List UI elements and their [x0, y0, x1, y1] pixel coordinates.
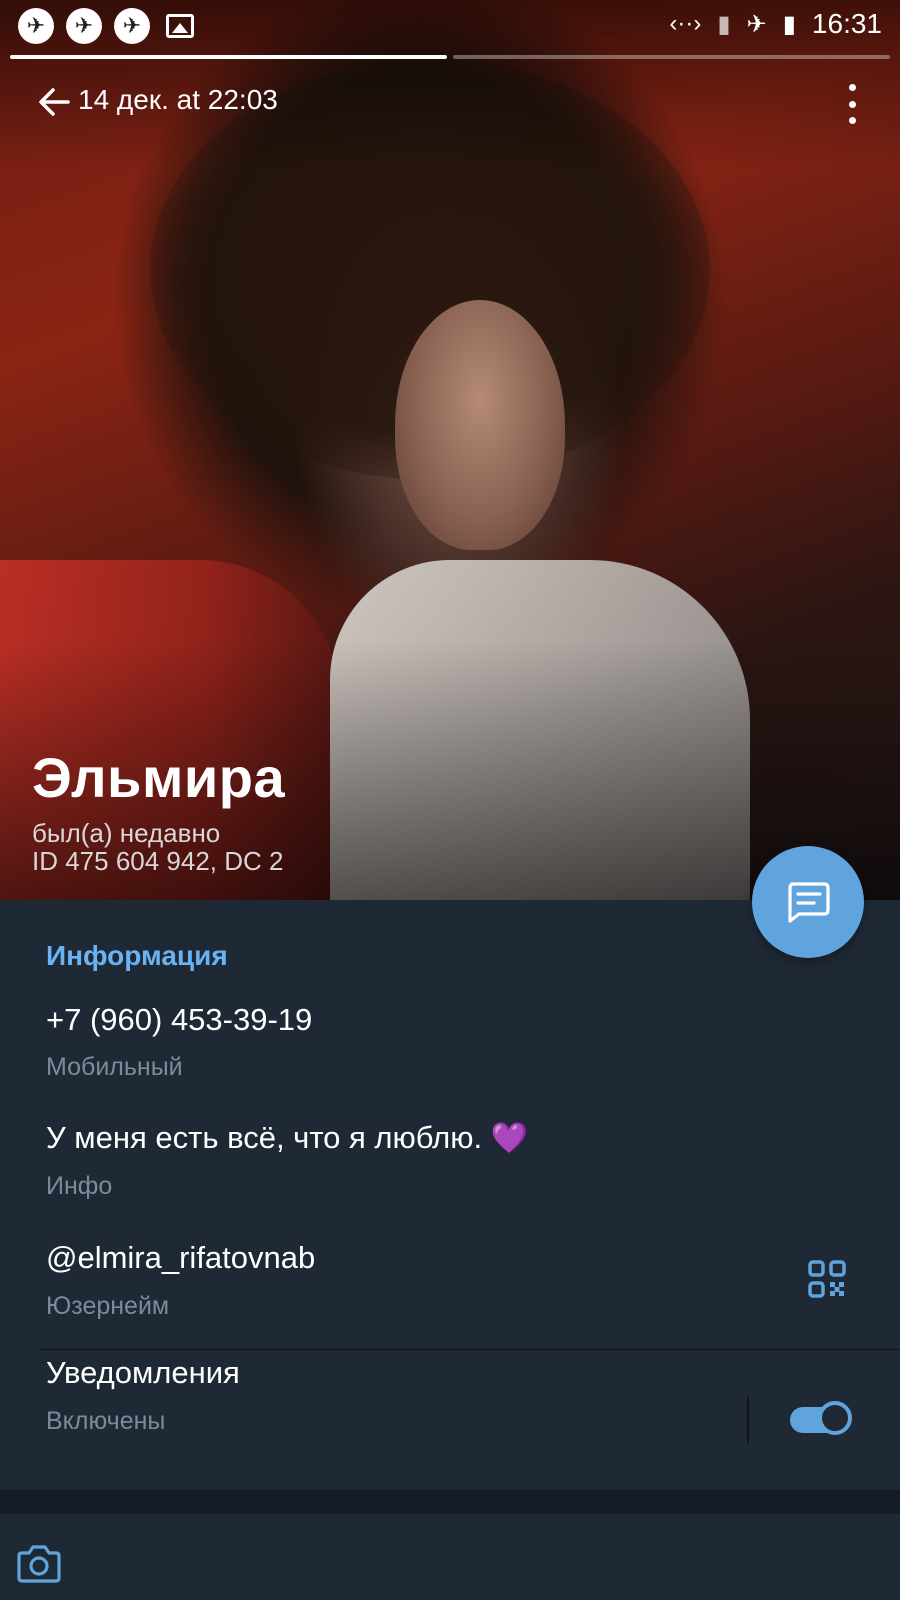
- menu-dot: [848, 117, 856, 124]
- user-id: ID 475 604 942, DC 2: [32, 846, 284, 876]
- story-segment: [453, 55, 890, 59]
- app-notification-icon: ✈: [66, 8, 102, 44]
- toggle-knob: [818, 1401, 852, 1435]
- notifications-row[interactable]: Уведомления: [46, 1355, 240, 1391]
- divider: [40, 1349, 900, 1350]
- app-notification-icon: ✈: [18, 8, 54, 44]
- airplane-mode-icon: ✈: [746, 10, 767, 38]
- username[interactable]: @elmira_rifatovnab: [46, 1240, 315, 1276]
- username-label: Юзернейм: [46, 1292, 170, 1320]
- back-arrow-icon[interactable]: [36, 84, 76, 120]
- no-sim-icon: ▮: [717, 10, 731, 38]
- message-icon: [788, 882, 830, 923]
- vertical-separator: [747, 1397, 749, 1443]
- more-menu-icon[interactable]: [842, 84, 862, 124]
- info-section-title: Информация: [46, 940, 228, 971]
- clock: 16:31: [811, 8, 882, 39]
- phone-label: Мобильный: [46, 1053, 183, 1081]
- bio-value: У меня есть всё, что я люблю.: [46, 1120, 483, 1155]
- bio-text[interactable]: У меня есть всё, что я люблю. 💜: [46, 1120, 528, 1156]
- image-icon: [166, 14, 194, 38]
- story-progress: [10, 55, 890, 59]
- system-icons: ‹··› ▮ ✈ ▮ 16:31: [669, 8, 882, 40]
- notifications-status: Включены: [46, 1407, 166, 1435]
- bottom-bar: [0, 1514, 900, 1600]
- notification-icons: ✈ ✈ ✈: [18, 8, 194, 44]
- qr-code-icon[interactable]: [808, 1260, 846, 1298]
- profile-name: Эльмира: [32, 746, 286, 809]
- status-bar: ✈ ✈ ✈ ‹··› ▮ ✈ ▮ 16:31: [0, 0, 900, 50]
- bio-label: Инфо: [46, 1172, 113, 1200]
- section-gap: [0, 1490, 900, 1514]
- purple-heart-emoji: 💜: [490, 1122, 529, 1155]
- info-section: Информация +7 (960) 453-39-19 Мобильный …: [0, 900, 900, 1490]
- camera-icon-svg: [17, 1545, 61, 1583]
- back-arrow-icon-svg: [39, 88, 70, 116]
- menu-dot: [848, 84, 856, 91]
- notifications-toggle[interactable]: [790, 1401, 856, 1437]
- camera-icon[interactable]: [16, 1542, 62, 1584]
- photo-date: 14 дек. at 22:03: [78, 84, 278, 115]
- app-notification-icon: ✈: [114, 8, 150, 44]
- last-seen: был(а) недавно: [32, 818, 221, 848]
- send-message-button[interactable]: [752, 846, 864, 958]
- story-segment-active: [10, 55, 447, 59]
- data-arrows-icon: ‹··›: [669, 10, 702, 37]
- battery-charging-icon: ▮: [782, 10, 796, 38]
- phone-number[interactable]: +7 (960) 453-39-19: [46, 1002, 312, 1038]
- menu-dot: [848, 100, 856, 108]
- photo-face-region: [395, 300, 565, 550]
- qr-code-icon-svg: [808, 1260, 846, 1298]
